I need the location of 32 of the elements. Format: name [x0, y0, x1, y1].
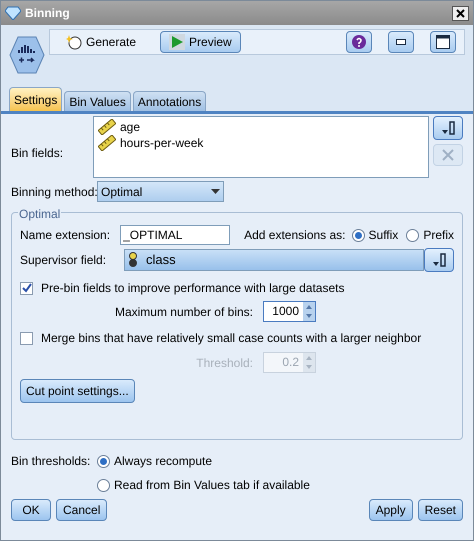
radio-label: Prefix: [423, 227, 454, 244]
max-bins-label: Maximum number of bins:: [114, 304, 253, 320]
tab[interactable]: Settings: [9, 87, 62, 111]
add-extensions-label: Add extensions as:: [244, 227, 346, 244]
generate-button[interactable]: Generate: [58, 31, 144, 53]
bin-thresholds-label: Bin thresholds:: [11, 453, 92, 470]
preview-button[interactable]: Preview: [160, 31, 241, 53]
radio-label: Suffix: [368, 227, 398, 244]
spin-field[interactable]: 1000: [263, 301, 316, 322]
dialog-button[interactable]: Apply: [368, 499, 413, 521]
window-title: Binning: [25, 5, 71, 22]
bin-fields-label: Bin fields:: [11, 145, 64, 162]
binning-method-label: Binning method:: [11, 184, 95, 200]
tab[interactable]: Annotations: [132, 91, 206, 111]
dialog-button[interactable]: Cancel: [56, 499, 108, 521]
binning-method-dropdown[interactable]: Optimal: [97, 181, 224, 202]
name-extension-field[interactable]: _OPTIMAL: [120, 225, 230, 245]
radio-label: Read from Bin Values tab if available: [114, 477, 310, 494]
dialog-button[interactable]: Reset: [418, 499, 463, 521]
checkbox-label: Merge bins that have relatively small case counts with a larger neighbor: [41, 330, 422, 347]
field-item[interactable]: hours-per-week: [120, 134, 204, 152]
name-extension-label: Name extension:: [20, 227, 112, 244]
dialog-button[interactable]: OK: [11, 499, 51, 521]
supervisor-field-label: Supervisor field:: [20, 252, 108, 269]
bin-fields-list[interactable]: age hours-per-week: [93, 116, 429, 178]
tab[interactable]: Bin Values: [64, 91, 131, 111]
field-item[interactable]: age: [120, 118, 140, 136]
checkbox-label: Pre-bin fields to improve performance with large datasets: [41, 280, 344, 297]
threshold-label: Threshold:: [196, 354, 253, 372]
supervisor-field[interactable]: class: [124, 249, 424, 271]
radio-label: Always recompute: [114, 453, 212, 470]
cut-point-settings-button[interactable]: Cut point settings...: [20, 379, 135, 403]
